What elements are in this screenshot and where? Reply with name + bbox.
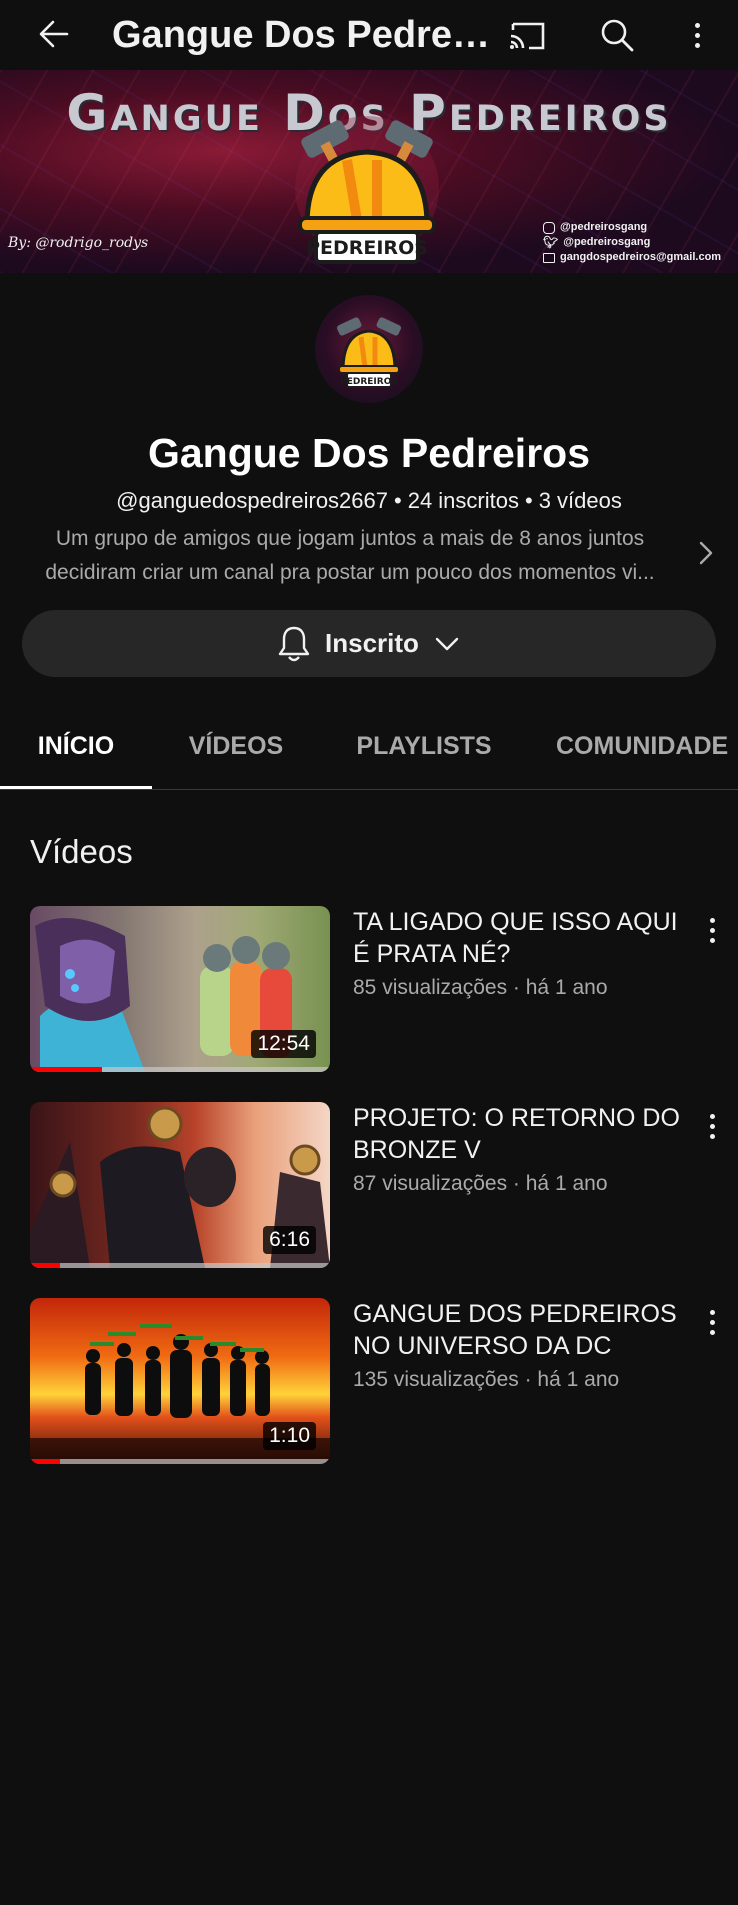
description-line-2: decidiram criar um canal pra postar um p… — [45, 561, 655, 584]
banner-logo-text: PEDREIROS — [306, 237, 428, 259]
video-thumbnail[interactable]: 1:10 — [30, 1298, 330, 1464]
subscribe-button[interactable]: Inscrito — [22, 610, 716, 677]
chevron-down-icon — [435, 637, 459, 650]
video-title[interactable]: TA LIGADO QUE ISSO AQUI É PRATA NÉ? — [353, 906, 683, 970]
tab-inicio[interactable]: INÍCIO — [0, 715, 152, 789]
channel-meta: @ganguedospedreiros2667 • 24 inscritos • 3 v… — [0, 486, 738, 516]
video-more-button[interactable] — [692, 1106, 732, 1146]
contact-twitter-text: @pedreirosgang — [563, 236, 651, 248]
app-bar: Gangue Dos Pedreiros... — [0, 0, 738, 70]
tab-videos[interactable]: VÍDEOS — [166, 715, 306, 789]
channel-handle: @ganguedospedreiros2667 — [116, 488, 388, 513]
watch-progress-fill — [30, 1067, 102, 1072]
more-vertical-icon — [709, 1113, 715, 1139]
watch-progress-track — [30, 1263, 330, 1268]
avatar-logo-text: PEDREIROS — [340, 377, 398, 387]
video-meta: 135 visualizações · há 1 ano — [353, 1368, 620, 1391]
video-duration: 12:54 — [251, 1030, 316, 1058]
video-duration: 6:16 — [263, 1226, 316, 1254]
video-thumbnail[interactable]: 6:16 — [30, 1102, 330, 1268]
more-vertical-icon — [709, 1309, 715, 1335]
page-title: Gangue Dos Pedreiros... — [112, 14, 492, 56]
search-icon — [601, 19, 634, 52]
twitter-icon: 🐦︎ — [543, 235, 559, 249]
tab-comunidade[interactable]: COMUNIDADE — [556, 715, 738, 789]
more-vertical-icon — [694, 22, 700, 48]
channel-description[interactable]: Um grupo de amigos que jogam juntos a ma… — [20, 522, 680, 590]
meta-separator: • — [524, 488, 533, 513]
more-vertical-icon — [709, 917, 715, 943]
back-button[interactable] — [30, 10, 78, 58]
video-title[interactable]: GANGUE DOS PEDREIROS NO UNIVERSO DA DC — [353, 1298, 683, 1362]
video-title[interactable]: PROJETO: O RETORNO DO BRONZE V — [353, 1102, 683, 1166]
watch-progress-track — [30, 1459, 330, 1464]
more-button[interactable] — [672, 10, 722, 60]
subscribe-label: Inscrito — [325, 628, 419, 658]
video-duration: 1:10 — [263, 1422, 316, 1450]
meta-separator: • — [394, 488, 402, 513]
instagram-icon — [543, 221, 555, 234]
avatar-logo-image: PEDREIROS — [336, 317, 402, 388]
description-expand-button[interactable] — [688, 535, 724, 571]
contact-instagram-text: @pedreirosgang — [560, 221, 648, 233]
video-item[interactable]: 12:54 TA LIGADO QUE ISSO AQUI É PRATA NÉ… — [0, 906, 738, 1076]
video-meta: 87 visualizações · há 1 ano — [353, 1172, 608, 1195]
watch-progress-fill — [30, 1459, 60, 1464]
contact-twitter: 🐦︎ @pedreirosgang — [543, 235, 721, 250]
section-title: Vídeos — [30, 833, 133, 870]
bell-icon — [278, 626, 310, 661]
tab-playlists[interactable]: PLAYLISTS — [336, 715, 512, 789]
cast-icon — [510, 22, 545, 50]
description-line-1: Um grupo de amigos que jogam juntos a ma… — [55, 527, 645, 550]
contact-mail-text: gangdospedreiros@gmail.com — [560, 251, 722, 263]
banner-credit: By: @rodrigo_rodys — [8, 235, 149, 251]
channel-tabs: INÍCIO VÍDEOS PLAYLISTS COMUNIDADE — [0, 715, 738, 790]
video-more-button[interactable] — [692, 1302, 732, 1342]
video-item[interactable]: 6:16 PROJETO: O RETORNO DO BRONZE V 87 v… — [0, 1102, 738, 1272]
watch-progress-fill — [30, 1263, 60, 1268]
channel-name: Gangue Dos Pedreiros — [147, 430, 590, 476]
channel-banner: Gangue Dos Pedreiros PEDREIROS By: @rodr… — [0, 70, 738, 273]
banner-contacts: @pedreirosgang 🐦︎ @pedreirosgang gangdos… — [543, 220, 721, 265]
subscriber-count: 24 inscritos — [407, 488, 519, 513]
arrow-left-icon — [39, 20, 69, 48]
video-thumbnail[interactable]: 12:54 — [30, 906, 330, 1072]
channel-avatar[interactable]: PEDREIROS — [315, 295, 423, 403]
contact-instagram: @pedreirosgang — [543, 220, 721, 235]
channel-logo-image: PEDREIROS — [295, 116, 439, 264]
chevron-right-icon — [699, 541, 713, 565]
cast-button[interactable] — [502, 10, 552, 60]
video-count: 3 vídeos — [538, 488, 622, 513]
video-item[interactable]: 1:10 GANGUE DOS PEDREIROS NO UNIVERSO DA… — [0, 1298, 738, 1468]
video-more-button[interactable] — [692, 910, 732, 950]
video-meta: 85 visualizações · há 1 ano — [353, 976, 608, 999]
active-tab-indicator — [0, 786, 152, 789]
mail-icon — [543, 252, 555, 263]
search-button[interactable] — [592, 10, 642, 60]
contact-mail: gangdospedreiros@gmail.com — [543, 250, 721, 265]
